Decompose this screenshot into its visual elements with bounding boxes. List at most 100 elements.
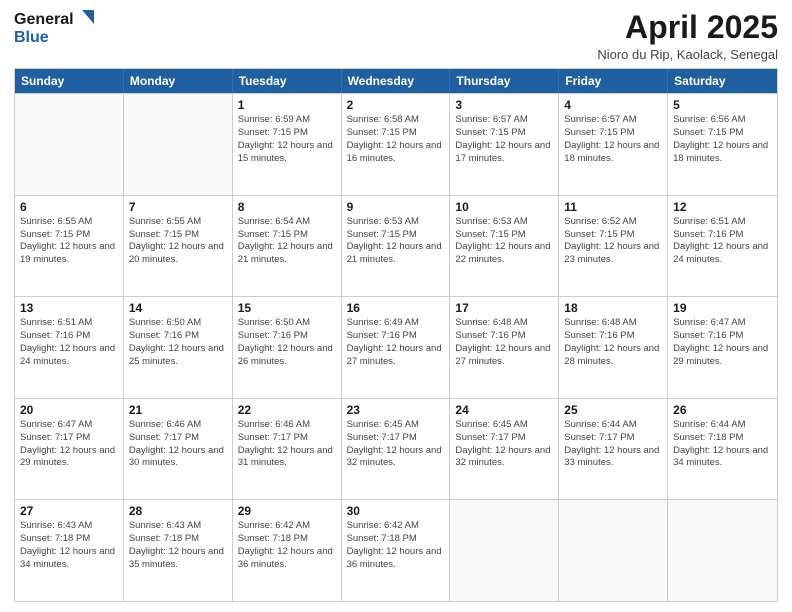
day-number: 2 [347, 98, 445, 112]
day-info: Sunrise: 6:43 AM Sunset: 7:18 PM Dayligh… [129, 520, 227, 571]
day-number: 17 [455, 301, 553, 315]
calendar-day-9: 9Sunrise: 6:53 AM Sunset: 7:15 PM Daylig… [342, 196, 451, 297]
day-number: 18 [564, 301, 662, 315]
header-day-monday: Monday [124, 69, 233, 93]
day-number: 14 [129, 301, 227, 315]
calendar-day-16: 16 Sunrise: 6:49 AM Sunset: 7:16 PM Dayli… [342, 297, 451, 398]
day-info: Sunrise: 6:48 AM Sunset: 7:16 PM Dayligh… [564, 317, 662, 368]
calendar-day-4: 4Sunrise: 6:57 AM Sunset: 7:15 PM Daylig… [559, 94, 668, 195]
calendar: SundayMondayTuesdayWednesdayThursdayFrid… [14, 68, 778, 602]
calendar-day-22: 22Sunrise: 6:46 AM Sunset: 7:17 PM Dayli… [233, 399, 342, 500]
day-info: Sunrise: 6:54 AM Sunset: 7:15 PM Dayligh… [238, 216, 336, 267]
calendar-day-12: 12 Sunrise: 6:51 AM Sunset: 7:16 PM Dayli… [668, 196, 777, 297]
calendar-day-17: 17 Sunrise: 6:48 AM Sunset: 7:16 PM Dayli… [450, 297, 559, 398]
day-info: Sunrise: 6:48 AM Sunset: 7:16 PM Dayligh… [455, 317, 553, 368]
calendar-header: SundayMondayTuesdayWednesdayThursdayFrid… [15, 69, 777, 93]
calendar-day-20: 20 Sunrise: 6:47 AM Sunset: 7:17 PM Dayli… [15, 399, 124, 500]
day-info: Sunrise: 6:45 AM Sunset: 7:17 PM Dayligh… [455, 419, 553, 470]
calendar-body: 1 Sunrise: 6:59 AM Sunset: 7:15 PM Daylig… [15, 93, 777, 601]
calendar-day-3: 3Sunrise: 6:57 AM Sunset: 7:15 PM Daylig… [450, 94, 559, 195]
calendar-day-8: 8 Sunrise: 6:54 AM Sunset: 7:15 PM Daylig… [233, 196, 342, 297]
calendar-day-15: 15Sunrise: 6:50 AM Sunset: 7:16 PM Dayli… [233, 297, 342, 398]
header-day-thursday: Thursday [450, 69, 559, 93]
calendar-day-5: 5 Sunrise: 6:56 AM Sunset: 7:15 PM Daylig… [668, 94, 777, 195]
calendar-week-2: 6Sunrise: 6:55 AM Sunset: 7:15 PM Daylig… [15, 195, 777, 297]
calendar-day-empty [559, 500, 668, 601]
calendar-week-4: 20 Sunrise: 6:47 AM Sunset: 7:17 PM Dayli… [15, 398, 777, 500]
calendar-day-7: 7Sunrise: 6:55 AM Sunset: 7:15 PM Daylig… [124, 196, 233, 297]
day-number: 30 [347, 504, 445, 518]
day-info: Sunrise: 6:57 AM Sunset: 7:15 PM Dayligh… [564, 114, 662, 165]
day-number: 25 [564, 403, 662, 417]
day-info: Sunrise: 6:51 AM Sunset: 7:16 PM Dayligh… [20, 317, 118, 368]
day-number: 24 [455, 403, 553, 417]
calendar-day-24: 24 Sunrise: 6:45 AM Sunset: 7:17 PM Dayli… [450, 399, 559, 500]
calendar-day-26: 26Sunrise: 6:44 AM Sunset: 7:18 PM Dayli… [668, 399, 777, 500]
day-number: 27 [20, 504, 118, 518]
day-info: Sunrise: 6:49 AM Sunset: 7:16 PM Dayligh… [347, 317, 445, 368]
day-number: 5 [673, 98, 772, 112]
day-number: 15 [238, 301, 336, 315]
day-info: Sunrise: 6:58 AM Sunset: 7:15 PM Dayligh… [347, 114, 445, 165]
title-block: April 2025 Nioro du Rip, Kaolack, Senega… [597, 10, 778, 62]
calendar-day-empty [124, 94, 233, 195]
day-number: 19 [673, 301, 772, 315]
day-info: Sunrise: 6:59 AM Sunset: 7:15 PM Dayligh… [238, 114, 336, 165]
calendar-week-5: 27 Sunrise: 6:43 AM Sunset: 7:18 PM Dayli… [15, 499, 777, 601]
day-info: Sunrise: 6:45 AM Sunset: 7:17 PM Dayligh… [347, 419, 445, 470]
calendar-week-1: 1 Sunrise: 6:59 AM Sunset: 7:15 PM Daylig… [15, 93, 777, 195]
calendar-day-2: 2 Sunrise: 6:58 AM Sunset: 7:15 PM Daylig… [342, 94, 451, 195]
day-number: 12 [673, 200, 772, 214]
day-info: Sunrise: 6:44 AM Sunset: 7:17 PM Dayligh… [564, 419, 662, 470]
day-info: Sunrise: 6:47 AM Sunset: 7:17 PM Dayligh… [20, 419, 118, 470]
day-number: 16 [347, 301, 445, 315]
calendar-day-empty [15, 94, 124, 195]
calendar-day-14: 14 Sunrise: 6:50 AM Sunset: 7:16 PM Dayli… [124, 297, 233, 398]
calendar-day-1: 1 Sunrise: 6:59 AM Sunset: 7:15 PM Daylig… [233, 94, 342, 195]
day-number: 26 [673, 403, 772, 417]
day-info: Sunrise: 6:55 AM Sunset: 7:15 PM Dayligh… [20, 216, 118, 267]
header-day-tuesday: Tuesday [233, 69, 342, 93]
calendar-day-29: 29 Sunrise: 6:42 AM Sunset: 7:18 PM Dayli… [233, 500, 342, 601]
day-info: Sunrise: 6:56 AM Sunset: 7:15 PM Dayligh… [673, 114, 772, 165]
day-info: Sunrise: 6:46 AM Sunset: 7:17 PM Dayligh… [238, 419, 336, 470]
day-number: 11 [564, 200, 662, 214]
calendar-day-10: 10 Sunrise: 6:53 AM Sunset: 7:15 PM Dayli… [450, 196, 559, 297]
day-info: Sunrise: 6:51 AM Sunset: 7:16 PM Dayligh… [673, 216, 772, 267]
day-info: Sunrise: 6:46 AM Sunset: 7:17 PM Dayligh… [129, 419, 227, 470]
day-number: 21 [129, 403, 227, 417]
day-info: Sunrise: 6:43 AM Sunset: 7:18 PM Dayligh… [20, 520, 118, 571]
day-number: 3 [455, 98, 553, 112]
day-info: Sunrise: 6:53 AM Sunset: 7:15 PM Dayligh… [455, 216, 553, 267]
day-number: 10 [455, 200, 553, 214]
day-info: Sunrise: 6:42 AM Sunset: 7:18 PM Dayligh… [347, 520, 445, 571]
calendar-day-25: 25 Sunrise: 6:44 AM Sunset: 7:17 PM Dayli… [559, 399, 668, 500]
calendar-day-30: 30 Sunrise: 6:42 AM Sunset: 7:18 PM Dayli… [342, 500, 451, 601]
day-number: 23 [347, 403, 445, 417]
calendar-day-18: 18 Sunrise: 6:48 AM Sunset: 7:16 PM Dayli… [559, 297, 668, 398]
calendar-week-3: 13Sunrise: 6:51 AM Sunset: 7:16 PM Dayli… [15, 296, 777, 398]
day-number: 9 [347, 200, 445, 214]
day-number: 29 [238, 504, 336, 518]
page-header: General Blue April 2025 Nioro du Rip, Ka… [14, 10, 778, 62]
day-info: Sunrise: 6:55 AM Sunset: 7:15 PM Dayligh… [129, 216, 227, 267]
calendar-day-19: 19 Sunrise: 6:47 AM Sunset: 7:16 PM Dayli… [668, 297, 777, 398]
day-number: 28 [129, 504, 227, 518]
day-info: Sunrise: 6:47 AM Sunset: 7:16 PM Dayligh… [673, 317, 772, 368]
calendar-day-empty [668, 500, 777, 601]
header-day-saturday: Saturday [668, 69, 777, 93]
calendar-day-11: 11Sunrise: 6:52 AM Sunset: 7:15 PM Dayli… [559, 196, 668, 297]
calendar-location: Nioro du Rip, Kaolack, Senegal [597, 47, 778, 62]
header-day-sunday: Sunday [15, 69, 124, 93]
calendar-title: April 2025 [597, 10, 778, 45]
day-number: 20 [20, 403, 118, 417]
calendar-day-28: 28 Sunrise: 6:43 AM Sunset: 7:18 PM Dayli… [124, 500, 233, 601]
calendar-day-21: 21 Sunrise: 6:46 AM Sunset: 7:17 PM Dayli… [124, 399, 233, 500]
day-info: Sunrise: 6:42 AM Sunset: 7:18 PM Dayligh… [238, 520, 336, 571]
day-number: 8 [238, 200, 336, 214]
calendar-day-27: 27 Sunrise: 6:43 AM Sunset: 7:18 PM Dayli… [15, 500, 124, 601]
calendar-day-empty [450, 500, 559, 601]
header-day-wednesday: Wednesday [342, 69, 451, 93]
day-info: Sunrise: 6:50 AM Sunset: 7:16 PM Dayligh… [129, 317, 227, 368]
day-number: 1 [238, 98, 336, 112]
